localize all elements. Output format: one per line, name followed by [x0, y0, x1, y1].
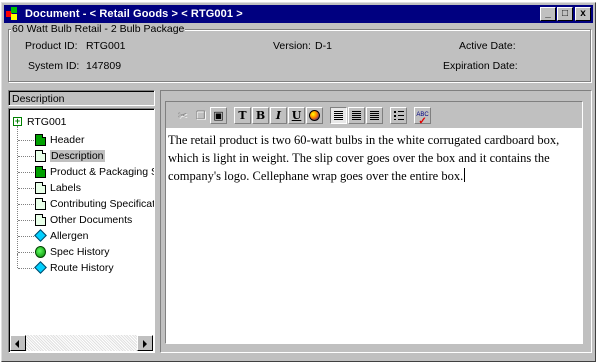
document-info-group: 60 Watt Bulb Retail - 2 Bulb Package Pro…: [8, 23, 591, 82]
tree-panel-title: Description: [8, 90, 155, 106]
tree-item-label: Labels: [50, 182, 81, 194]
document-window: Document - < Retail Goods > < RTG001 > _…: [1, 2, 596, 362]
tree-item-contributing-specifications[interactable]: Contributing Specificatio: [35, 197, 155, 211]
title-bar[interactable]: Document - < Retail Goods > < RTG001 > _…: [4, 5, 593, 23]
product-id-label: Product ID:: [25, 40, 78, 52]
tree-item-label: Contributing Specificatio: [50, 198, 155, 210]
editor-frame: ✂ ❐ ▣ T B I U ABC ✓ The retail product is…: [160, 90, 592, 353]
underline-label: U: [291, 108, 302, 122]
tree-connector: [18, 236, 34, 237]
tree-item-label: Description: [50, 150, 105, 162]
document-icon: [35, 182, 46, 194]
description-text: The retail product is two 60-watt bulbs …: [168, 133, 560, 183]
tree-item-description[interactable]: Description: [35, 149, 105, 163]
rich-text-editor[interactable]: ✂ ❐ ▣ T B I U ABC ✓ The retail product is…: [165, 101, 583, 344]
globe-icon: [35, 246, 46, 258]
italic-button[interactable]: I: [270, 106, 287, 124]
description-text-area[interactable]: The retail product is two 60-watt bulbs …: [168, 131, 578, 185]
italic-label: I: [275, 108, 282, 122]
system-id-value: 147809: [86, 60, 122, 72]
font-button[interactable]: T: [234, 106, 251, 124]
tree-item-labels[interactable]: Labels: [35, 181, 81, 195]
tree-connector: [18, 268, 34, 269]
tree-connector: [18, 140, 34, 141]
text-caret: [464, 168, 466, 182]
document-name: 60 Watt Bulb Retail - 2 Bulb Package: [11, 23, 186, 35]
diamond-icon: [35, 230, 46, 242]
formatting-toolbar: ✂ ❐ ▣ T B I U ABC ✓: [166, 102, 582, 128]
font-label: T: [238, 108, 247, 122]
tree-item-other-documents[interactable]: Other Documents: [35, 213, 132, 227]
tree-item-header[interactable]: Header: [35, 133, 84, 147]
bold-label: B: [255, 108, 266, 122]
cut-icon[interactable]: ✂: [174, 106, 191, 124]
bold-button[interactable]: B: [252, 106, 269, 124]
close-button[interactable]: x: [575, 7, 591, 21]
spell-check-icon[interactable]: ABC ✓: [414, 106, 431, 127]
tree-item-product-packaging[interactable]: Product & Packaging S: [35, 165, 155, 179]
tree-root-expander-icon[interactable]: +: [13, 117, 22, 126]
tree-item-label: Route History: [50, 262, 114, 274]
tree-item-label: Other Documents: [50, 214, 133, 226]
tree-item-label: Product & Packaging S: [50, 166, 155, 178]
tree-root-label: RTG001: [27, 116, 67, 128]
tree-item-label: Allergen: [50, 230, 89, 242]
app-icon: [6, 7, 22, 21]
tree-connector: [18, 172, 34, 173]
tree-connector: [18, 220, 34, 221]
scroll-right-arrow-icon[interactable]: [137, 335, 153, 351]
scrollbar-track[interactable]: [26, 335, 137, 351]
align-center-icon[interactable]: [348, 106, 365, 124]
tree-horizontal-scrollbar[interactable]: [10, 335, 153, 351]
tree-item-label: Header: [50, 134, 85, 146]
tree-item-route-history[interactable]: Route History: [35, 261, 114, 275]
align-right-icon[interactable]: [366, 106, 383, 124]
active-date-label: Active Date:: [459, 40, 516, 52]
bullet-list-icon[interactable]: [390, 106, 407, 124]
copy-icon[interactable]: ❐: [192, 106, 209, 124]
color-icon[interactable]: [306, 106, 323, 124]
section-tree[interactable]: + RTG001 Header Description Product & Pa…: [8, 108, 155, 353]
document-icon: [35, 134, 46, 146]
tree-item-label: Spec History: [50, 246, 110, 258]
tree-connector: [17, 126, 18, 254]
document-icon: [35, 214, 46, 226]
document-icon: [35, 198, 46, 210]
tree-root[interactable]: RTG001: [27, 115, 67, 129]
product-id-value: RTG001: [86, 40, 126, 52]
version-value: D-1: [315, 40, 332, 52]
window-title: Document - < Retail Goods > < RTG001 >: [25, 8, 243, 20]
tree-item-allergen[interactable]: Allergen: [35, 229, 89, 243]
tree-connector: [17, 254, 18, 268]
tree-connector: [18, 156, 34, 157]
tree-connector: [18, 188, 34, 189]
scroll-left-arrow-icon[interactable]: [10, 335, 26, 351]
tree-connector: [18, 204, 34, 205]
underline-button[interactable]: U: [288, 106, 305, 124]
minimize-button[interactable]: _: [540, 7, 556, 21]
align-left-icon[interactable]: [330, 106, 347, 124]
document-icon: [35, 166, 46, 178]
tree-item-spec-history[interactable]: Spec History: [35, 245, 110, 259]
expiration-date-label: Expiration Date:: [443, 60, 518, 72]
tree-connector: [18, 252, 34, 253]
version-label: Version:: [273, 40, 311, 52]
diamond-icon: [35, 262, 46, 274]
maximize-button[interactable]: □: [557, 7, 573, 21]
system-id-label: System ID:: [28, 60, 80, 72]
paste-icon[interactable]: ▣: [210, 106, 227, 124]
document-icon: [35, 150, 46, 162]
